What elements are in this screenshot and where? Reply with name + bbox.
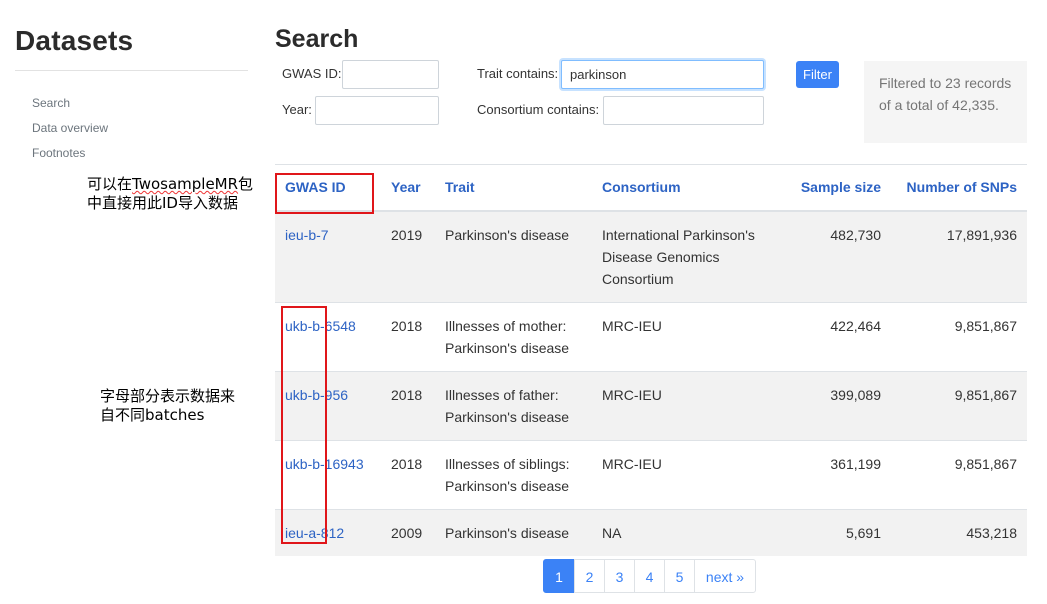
page-3-link[interactable]: 3 xyxy=(604,559,635,593)
column-number-of-snps[interactable]: Number of SNPs xyxy=(891,164,1027,212)
sample-size-cell: 422,464 xyxy=(770,301,891,371)
sidebar-divider xyxy=(15,70,248,71)
gwas-id-highlight-box xyxy=(275,173,374,214)
next-page-link[interactable]: next » xyxy=(694,559,756,593)
sidebar-item-data-overview[interactable]: Data overview xyxy=(32,116,248,141)
year-cell: 2019 xyxy=(381,210,435,302)
id-prefix-highlight-box xyxy=(281,306,327,544)
table-row: ieu-b-7 2019 Parkinson's disease Interna… xyxy=(275,210,1027,302)
trait-label: Trait contains: xyxy=(477,66,559,81)
search-section: Search xyxy=(275,22,1027,56)
page-4-link[interactable]: 4 xyxy=(634,559,665,593)
consortium-cell: MRC-IEU xyxy=(592,439,770,509)
year-label: Year: xyxy=(282,102,312,117)
year-cell: 2018 xyxy=(381,439,435,509)
year-cell: 2018 xyxy=(381,370,435,440)
annotation-text: 包 xyxy=(238,175,254,193)
trait-input[interactable] xyxy=(561,60,764,89)
column-trait[interactable]: Trait xyxy=(435,164,592,212)
results-table: GWAS ID Year Trait Consortium Sample siz… xyxy=(275,164,1027,556)
snps-cell: 453,218 xyxy=(891,508,1027,556)
trait-cell: Illnesses of siblings: Parkinson's disea… xyxy=(435,439,592,509)
year-cell: 2009 xyxy=(381,508,435,556)
sample-size-cell: 482,730 xyxy=(770,210,891,302)
gwas-id-link[interactable]: ieu-b-7 xyxy=(275,210,381,302)
sidebar: Datasets Search Data overview Footnotes xyxy=(15,22,248,166)
trait-cell: Illnesses of mother: Parkinson's disease xyxy=(435,301,592,371)
annotation-line: 自不同batches xyxy=(100,406,205,424)
sidebar-item-footnotes[interactable]: Footnotes xyxy=(32,141,248,166)
annotation-batches: 字母部分表示数据来 自不同batches xyxy=(100,387,235,425)
sample-size-cell: 361,199 xyxy=(770,439,891,509)
trait-cell: Illnesses of father: Parkinson's disease xyxy=(435,370,592,440)
trait-cell: Parkinson's disease xyxy=(435,210,592,302)
snps-cell: 17,891,936 xyxy=(891,210,1027,302)
gwas-id-input[interactable] xyxy=(342,60,439,89)
filter-button[interactable]: Filter xyxy=(796,61,839,88)
annotation-text: TwosampleMR xyxy=(132,175,239,193)
page-5-link[interactable]: 5 xyxy=(664,559,695,593)
sample-size-cell: 399,089 xyxy=(770,370,891,440)
annotation-text: 可以在 xyxy=(87,175,133,193)
trait-cell: Parkinson's disease xyxy=(435,508,592,556)
sidebar-item-search[interactable]: Search xyxy=(32,91,248,116)
consortium-cell: International Parkinson's Disease Genomi… xyxy=(592,210,770,302)
year-cell: 2018 xyxy=(381,301,435,371)
column-consortium[interactable]: Consortium xyxy=(592,164,770,212)
year-input[interactable] xyxy=(315,96,439,125)
consortium-cell: MRC-IEU xyxy=(592,370,770,440)
column-sample-size[interactable]: Sample size xyxy=(770,164,891,212)
annotation-line: 字母部分表示数据来 xyxy=(100,387,236,405)
table-row: ukb-b-6548 2018 Illnesses of mother: Par… xyxy=(275,301,1027,371)
consortium-input[interactable] xyxy=(603,96,764,125)
page-2-link[interactable]: 2 xyxy=(574,559,605,593)
snps-cell: 9,851,867 xyxy=(891,439,1027,509)
snps-cell: 9,851,867 xyxy=(891,370,1027,440)
sidebar-nav: Search Data overview Footnotes xyxy=(15,91,248,166)
table-row: ieu-a-812 2009 Parkinson's disease NA 5,… xyxy=(275,508,1027,556)
annotation-twosamplemr: 可以在TwosampleMR包 中直接用此ID导入数据 xyxy=(87,175,253,213)
pagination: 1 2 3 4 5 next » xyxy=(543,559,756,593)
column-year[interactable]: Year xyxy=(381,164,435,212)
gwas-id-label: GWAS ID: xyxy=(282,66,342,81)
consortium-cell: MRC-IEU xyxy=(592,301,770,371)
table-header-row: GWAS ID Year Trait Consortium Sample siz… xyxy=(275,164,1027,212)
table-row: ukb-b-956 2018 Illnesses of father: Park… xyxy=(275,370,1027,440)
snps-cell: 9,851,867 xyxy=(891,301,1027,371)
consortium-cell: NA xyxy=(592,508,770,556)
table-row: ukb-b-16943 2018 Illnesses of siblings: … xyxy=(275,439,1027,509)
page-title: Search xyxy=(275,25,359,53)
sidebar-title: Datasets xyxy=(15,25,134,56)
sample-size-cell: 5,691 xyxy=(770,508,891,556)
page-1-link[interactable]: 1 xyxy=(543,559,575,593)
filter-info: Filtered to 23 records of a total of 42,… xyxy=(864,61,1027,143)
annotation-line: 可以在TwosampleMR包 xyxy=(87,175,253,194)
consortium-label: Consortium contains: xyxy=(477,102,600,117)
annotation-line: 中直接用此ID导入数据 xyxy=(87,194,238,212)
